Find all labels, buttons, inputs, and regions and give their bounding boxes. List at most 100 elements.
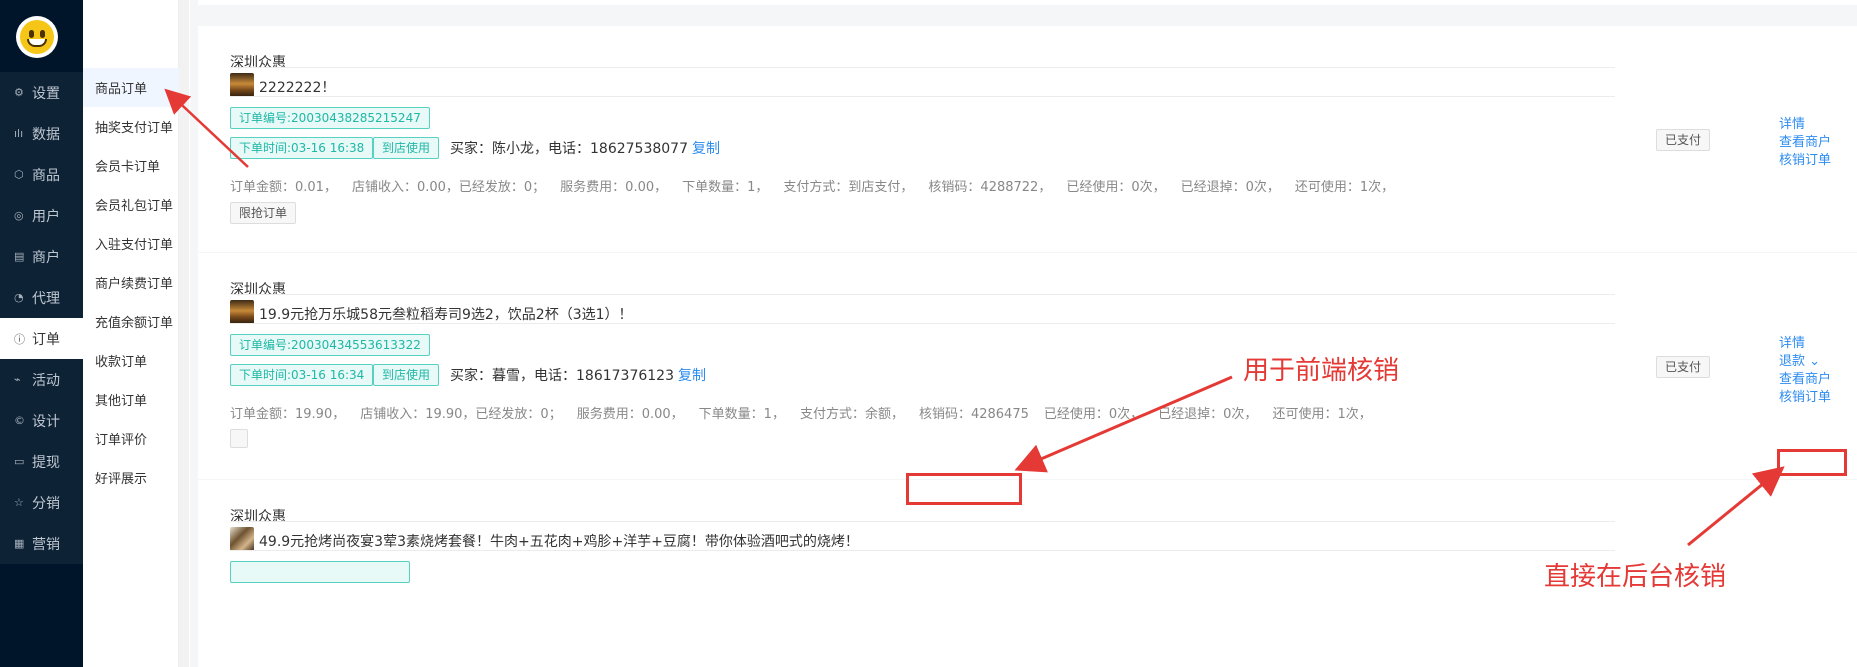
product-title[interactable]: 49.9元抢烤尚夜宴3荤3素烧烤套餐！牛肉+五花肉+鸡胗+洋芋+豆腐！带你体验酒… — [259, 531, 859, 551]
sidebar-item-label: 提现 — [32, 454, 60, 471]
order-action-link[interactable]: 核销订单 — [1779, 389, 1831, 407]
wallet-icon: ▭ — [14, 455, 25, 468]
divider — [230, 521, 1615, 522]
submenu-item[interactable]: 会员礼包订单 — [83, 185, 179, 224]
order-actions: 详情 退款 ⌄ 查看商户 核销订单 — [1779, 335, 1831, 407]
sidebar-item-label: 商户 — [32, 249, 60, 266]
frontend-annotation: 用于前端核销 — [1243, 356, 1400, 386]
sidebar-item-label: 活动 — [32, 372, 60, 389]
product-title[interactable]: 19.9元抢万乐城58元叁粒稻寿司9选2，饮品2杯（3选1）！ — [259, 304, 633, 324]
status-badge: 已支付 — [1656, 356, 1711, 378]
submenu-item[interactable]: 商品订单 — [83, 68, 179, 107]
order-action-link[interactable]: 详情 — [1779, 335, 1831, 353]
grid-icon: ▦ — [14, 537, 25, 550]
top-card-edge — [198, 0, 1857, 5]
submenu-item[interactable]: 好评展示 — [83, 458, 179, 497]
order-time-tag: 下单时间:03-16 16:34 — [230, 364, 374, 386]
submenu-item[interactable]: 订单评价 — [83, 419, 179, 458]
design-icon: © — [14, 414, 25, 427]
order-action-link[interactable]: 退款 ⌄ — [1779, 353, 1831, 371]
order-stat: 已经使用：0次， — [1043, 407, 1144, 422]
sidebar-item-label: 商品 — [32, 167, 60, 184]
sidebar-item-0[interactable]: ⚙ 设置 — [0, 72, 83, 113]
order-stats: 订单金额：19.90， 店铺收入：19.90，已经发放：0； 服务费用：0.00， 下… — [230, 403, 1387, 422]
product-thumbnail — [230, 300, 254, 324]
order-stats: 订单金额：0.01， 店铺收入：0.00，已经发放：0； 服务费用：0.00， 下单数… — [230, 176, 1409, 195]
sidebar-item-2[interactable]: ⬡ 商品 — [0, 154, 83, 195]
sidebar-item-label: 设计 — [32, 413, 60, 430]
sidebar-item-10[interactable]: ☆ 分销 — [0, 482, 83, 523]
gear-icon: ⚙ — [14, 86, 24, 99]
product-thumbnail — [230, 73, 254, 97]
sidebar-item-label: 代理 — [32, 290, 60, 307]
sidebar-menu: ⚙ 设置 ılı 数据 ⬡ 商品 ◎ 用户 ▤ 商户 ◔ 代理 ⓘ 订单 ⌁ 活动 © 设计 ▭ 提现 ☆ 分销 ▦ 营销 — [0, 72, 83, 564]
sidebar-item-6[interactable]: ⓘ 订单 — [0, 318, 83, 359]
shop-name: 深圳众惠 — [230, 55, 286, 71]
sidebar-item-3[interactable]: ◎ 用户 — [0, 195, 83, 236]
sidebar-item-7[interactable]: ⌁ 活动 — [0, 359, 83, 400]
order-number-tag: 订单编号:20030438285215247 — [230, 107, 430, 129]
divider — [230, 550, 1615, 551]
order-stat: 支付方式：到店支付， — [783, 180, 914, 195]
main-sidebar: ⚙ 设置 ılı 数据 ⬡ 商品 ◎ 用户 ▤ 商户 ◔ 代理 ⓘ 订单 ⌁ 活动 © 设计 ▭ 提现 ☆ 分销 ▦ 营销 — [0, 0, 83, 667]
sidebar-item-label: 数据 — [32, 126, 60, 143]
order-number-tag — [230, 561, 410, 583]
shop-name: 深圳众惠 — [230, 282, 286, 298]
sidebar-item-11[interactable]: ▦ 营销 — [0, 523, 83, 564]
order-icon: ⓘ — [14, 332, 25, 346]
sidebar-item-8[interactable]: © 设计 — [0, 400, 83, 441]
buyer-text: 买家：陈小龙，电话：18627538077 — [450, 141, 688, 157]
submenu-item[interactable]: 其他订单 — [83, 380, 179, 419]
order-stat: 订单金额：19.90， — [230, 407, 346, 422]
sidebar-item-1[interactable]: ılı 数据 — [0, 113, 83, 154]
avatar[interactable] — [16, 16, 58, 58]
order-stat: 支付方式：余额， — [799, 407, 904, 422]
order-stat: 服务费用：0.00， — [576, 407, 684, 422]
product-thumbnail — [230, 527, 254, 551]
sidebar-item-label: 用户 — [32, 208, 60, 225]
cube-icon: ⬡ — [14, 168, 24, 181]
verify-order-highlight — [1777, 449, 1847, 476]
order-action-link[interactable]: 详情 — [1779, 116, 1831, 134]
app: ⚙ 设置 ılı 数据 ⬡ 商品 ◎ 用户 ▤ 商户 ◔ 代理 ⓘ 订单 ⌁ 活动 © 设计 ▭ 提现 ☆ 分销 ▦ 营销 商… — [0, 0, 1857, 667]
copy-link[interactable]: 复制 — [692, 141, 720, 157]
copy-link[interactable]: 复制 — [678, 368, 706, 384]
submenu-item[interactable]: 收款订单 — [83, 341, 179, 380]
order-stat: 店铺收入：0.00，已经发放：0； — [351, 180, 546, 195]
sidebar-item-9[interactable]: ▭ 提现 — [0, 441, 83, 482]
status-badge: 已支付 — [1656, 129, 1711, 151]
submenu-item[interactable]: 会员卡订单 — [83, 146, 179, 185]
submenu-item[interactable]: 入驻支付订单 — [83, 224, 179, 263]
order-time-tag: 下单时间:03-16 16:38 — [230, 137, 374, 159]
tag-icon: ⌁ — [14, 373, 21, 386]
submenu-scrollbar[interactable] — [179, 0, 189, 667]
star-icon: ☆ — [14, 496, 24, 509]
order-submenu: 商品订单 抽奖支付订单 会员卡订单 会员礼包订单 入驻支付订单 商户续费订单 充值余额订单收… — [83, 0, 179, 667]
order-stat: 订单金额：0.01， — [230, 180, 337, 195]
order-stat: 核销码：4286475 — [918, 407, 1029, 422]
store-icon: ▤ — [14, 250, 25, 263]
use-type-tag: 到店使用 — [373, 137, 440, 159]
shop-name: 深圳众惠 — [230, 509, 286, 525]
order-stat: 已经使用：0次， — [1066, 180, 1166, 195]
order-action-link[interactable]: 查看商户 — [1779, 371, 1831, 389]
order-stat: 已经退掉：0次， — [1180, 180, 1280, 195]
user-icon: ◎ — [14, 209, 24, 222]
order-action-link[interactable]: 查看商户 — [1779, 134, 1831, 152]
product-title[interactable]: 2222222！ — [259, 77, 335, 97]
submenu-item[interactable]: 充值余额订单 — [83, 302, 179, 341]
submenu-item[interactable]: 商户续费订单 — [83, 263, 179, 302]
submenu-item[interactable]: 抽奖支付订单 — [83, 107, 179, 146]
order-stat: 还可使用：1次， — [1294, 180, 1395, 195]
sidebar-item-label: 营销 — [32, 536, 60, 553]
sidebar-item-4[interactable]: ▤ 商户 — [0, 236, 83, 277]
sidebar-item-5[interactable]: ◔ 代理 — [0, 277, 83, 318]
divider — [230, 67, 1615, 68]
order-stat: 下单数量：1， — [698, 407, 785, 422]
flash-sale-badge: 限抢订单 — [230, 202, 297, 224]
order-action-link[interactable]: 核销订单 — [1779, 152, 1831, 170]
sidebar-item-label: 分销 — [32, 495, 60, 512]
divider — [230, 294, 1615, 295]
pie-icon: ◔ — [14, 291, 24, 304]
buyer-text: 买家：暮雪，电话：18617376123 — [450, 368, 674, 384]
